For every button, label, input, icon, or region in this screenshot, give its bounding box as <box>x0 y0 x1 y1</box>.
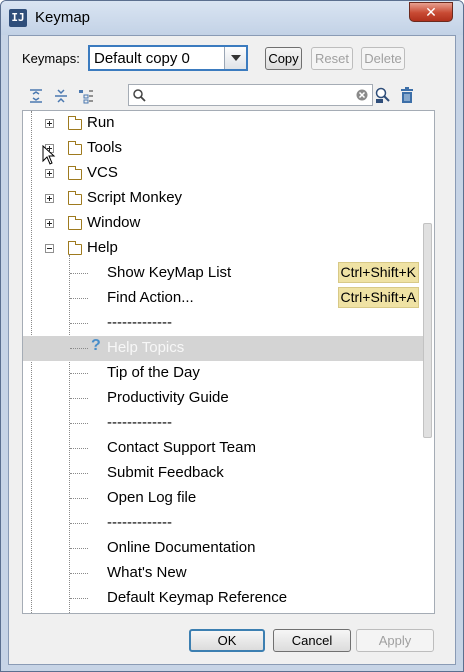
expand-icon[interactable] <box>45 169 54 178</box>
folder-icon <box>67 141 82 155</box>
action-label: Submit Feedback <box>107 464 224 481</box>
tree-line <box>70 448 88 449</box>
shortcut-badge: Ctrl+Shift+A <box>337 287 419 308</box>
keymaps-label: Keymaps: <box>22 51 80 66</box>
action-productivity-guide[interactable]: Productivity Guide <box>23 386 423 411</box>
search-input[interactable] <box>128 84 373 106</box>
action-label: Show KeyMap List <box>107 264 232 281</box>
dialog-content: Keymaps: Default copy 0 Copy Reset Delet… <box>8 35 456 665</box>
tree-view-icon[interactable] <box>78 88 94 104</box>
title-bar[interactable]: IJ Keymap ✕ <box>1 1 463 35</box>
tree-line <box>70 473 88 474</box>
shortcut-badge: Ctrl+Shift+K <box>337 262 419 283</box>
tree-folder-vcs[interactable]: VCS <box>23 161 423 186</box>
question-icon: ? <box>91 337 101 354</box>
search-icon <box>133 89 146 102</box>
separator-item[interactable]: ------------- <box>23 311 423 336</box>
tree-folder-label: Help <box>87 239 118 256</box>
keymap-dialog: IJ Keymap ✕ Keymaps: Default copy 0 Copy… <box>0 0 464 672</box>
copy-button[interactable]: Copy <box>265 47 302 70</box>
separator-item[interactable]: ------------- <box>23 511 423 536</box>
action-label: ------------- <box>107 314 172 331</box>
tree-folder-label: Run <box>87 114 115 131</box>
expand-icon[interactable] <box>45 119 54 128</box>
action-label: Online Documentation <box>107 539 256 556</box>
tree-line <box>70 598 88 599</box>
apply-button[interactable]: Apply <box>356 629 434 652</box>
tree-folder-run[interactable]: Run <box>23 111 423 136</box>
vertical-scrollbar[interactable] <box>423 113 432 611</box>
action-whats-new[interactable]: What's New <box>23 561 423 586</box>
action-label: Default Keymap Reference <box>107 589 288 606</box>
tree-folder-script-monkey[interactable]: Script Monkey <box>23 186 423 211</box>
keymap-tree[interactable]: Run Tools VCS Script Monkey Window Help … <box>22 110 435 614</box>
folder-icon <box>67 216 82 230</box>
action-label: Contact Support Team <box>107 439 256 456</box>
tree-line <box>70 323 88 324</box>
tree-line <box>70 273 88 274</box>
action-submit-feedback[interactable]: Submit Feedback <box>23 461 423 486</box>
folder-icon <box>67 241 82 255</box>
action-label: Help Topics <box>107 339 185 356</box>
action-default-keymap-reference[interactable]: Default Keymap Reference <box>23 586 423 611</box>
action-contact-support-team[interactable]: Contact Support Team <box>23 436 423 461</box>
folder-icon <box>67 191 82 205</box>
chevron-down-icon[interactable] <box>224 47 246 69</box>
action-label: Tip of the Day <box>107 364 200 381</box>
action-open-log-file[interactable]: Open Log file <box>23 486 423 511</box>
keymaps-selected-value: Default copy 0 <box>94 50 190 67</box>
expand-all-icon[interactable] <box>28 88 44 104</box>
action-online-documentation[interactable]: Online Documentation <box>23 536 423 561</box>
find-shortcut-icon[interactable] <box>375 87 391 104</box>
keymaps-combobox[interactable]: Default copy 0 <box>88 45 248 71</box>
action-help-topics[interactable]: ? Help Topics <box>23 336 423 361</box>
tree-line <box>70 398 88 399</box>
tree-folder-tools[interactable]: Tools <box>23 136 423 161</box>
tree-line <box>70 373 88 374</box>
tree-folder-label: Tools <box>87 139 123 156</box>
action-show-keymap-list[interactable]: Show KeyMap List Ctrl+Shift+K <box>23 261 423 286</box>
tree-line <box>70 348 88 349</box>
action-label: ------------- <box>107 514 172 531</box>
action-label: Find Action... <box>107 289 194 306</box>
tree-folder-label: Window <box>87 214 141 231</box>
tree-line <box>70 423 88 424</box>
folder-icon <box>67 116 82 130</box>
ok-button[interactable]: OK <box>189 629 265 652</box>
collapse-all-icon[interactable] <box>53 88 69 104</box>
scrollbar-thumb[interactable] <box>423 223 432 438</box>
action-find-action[interactable]: Find Action... Ctrl+Shift+A <box>23 286 423 311</box>
window-title: Keymap <box>35 9 91 26</box>
cancel-button[interactable]: Cancel <box>273 629 351 652</box>
action-tip-of-the-day[interactable]: Tip of the Day <box>23 361 423 386</box>
tree-line <box>70 298 88 299</box>
expand-icon[interactable] <box>45 194 54 203</box>
action-label: Open Log file <box>107 489 197 506</box>
tree-line <box>70 523 88 524</box>
tree-line <box>70 498 88 499</box>
action-label: What's New <box>107 564 187 581</box>
tree-line <box>70 548 88 549</box>
tree-folder-window[interactable]: Window <box>23 211 423 236</box>
action-label: Productivity Guide <box>107 389 229 406</box>
clear-search-icon[interactable] <box>356 89 368 101</box>
close-button[interactable]: ✕ <box>409 2 453 22</box>
tree-folder-help[interactable]: Help <box>23 236 423 261</box>
tree-line <box>70 573 88 574</box>
expand-icon[interactable] <box>45 219 54 228</box>
delete-button[interactable]: Delete <box>361 47 405 70</box>
mouse-cursor-icon <box>42 145 56 165</box>
folder-icon <box>67 166 82 180</box>
separator-item[interactable]: ------------- <box>23 411 423 436</box>
intellij-app-icon: IJ <box>9 9 27 27</box>
reset-button[interactable]: Reset <box>311 47 353 70</box>
collapse-icon[interactable] <box>45 244 54 253</box>
tree-folder-label: Script Monkey <box>87 189 183 206</box>
trash-icon[interactable] <box>400 87 414 104</box>
tree-folder-label: VCS <box>87 164 118 181</box>
action-label: ------------- <box>107 414 172 431</box>
